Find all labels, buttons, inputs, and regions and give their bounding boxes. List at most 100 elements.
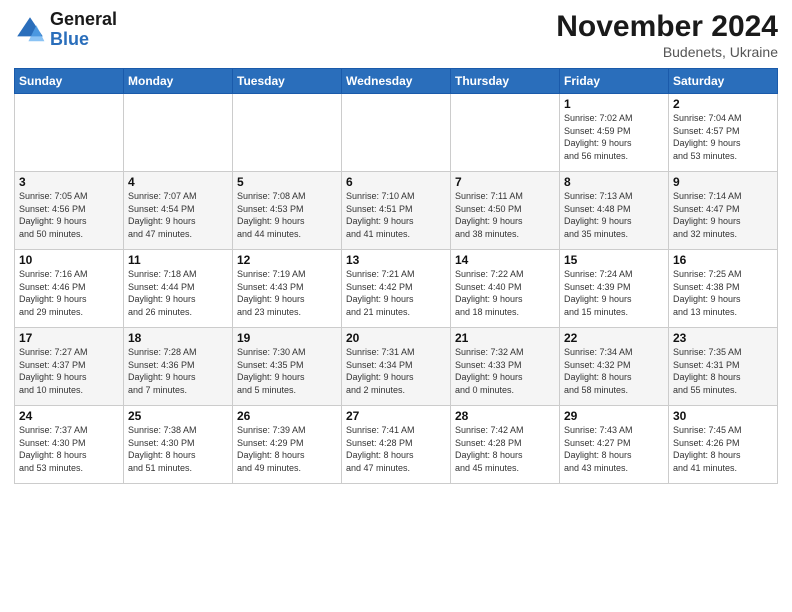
table-row: [124, 94, 233, 172]
table-row: [15, 94, 124, 172]
day-info: Sunrise: 7:07 AM Sunset: 4:54 PM Dayligh…: [128, 190, 228, 240]
logo-text: General Blue: [50, 10, 117, 50]
table-row: 9Sunrise: 7:14 AM Sunset: 4:47 PM Daylig…: [669, 172, 778, 250]
day-number: 8: [564, 175, 664, 189]
day-info: Sunrise: 7:34 AM Sunset: 4:32 PM Dayligh…: [564, 346, 664, 396]
day-number: 22: [564, 331, 664, 345]
table-row: 7Sunrise: 7:11 AM Sunset: 4:50 PM Daylig…: [451, 172, 560, 250]
table-row: 19Sunrise: 7:30 AM Sunset: 4:35 PM Dayli…: [233, 328, 342, 406]
logo: General Blue: [14, 10, 117, 50]
day-number: 14: [455, 253, 555, 267]
calendar-week-3: 10Sunrise: 7:16 AM Sunset: 4:46 PM Dayli…: [15, 250, 778, 328]
calendar-week-5: 24Sunrise: 7:37 AM Sunset: 4:30 PM Dayli…: [15, 406, 778, 484]
table-row: 17Sunrise: 7:27 AM Sunset: 4:37 PM Dayli…: [15, 328, 124, 406]
calendar-table: Sunday Monday Tuesday Wednesday Thursday…: [14, 68, 778, 484]
calendar-week-2: 3Sunrise: 7:05 AM Sunset: 4:56 PM Daylig…: [15, 172, 778, 250]
day-number: 16: [673, 253, 773, 267]
table-row: 30Sunrise: 7:45 AM Sunset: 4:26 PM Dayli…: [669, 406, 778, 484]
table-row: 16Sunrise: 7:25 AM Sunset: 4:38 PM Dayli…: [669, 250, 778, 328]
day-number: 27: [346, 409, 446, 423]
day-info: Sunrise: 7:18 AM Sunset: 4:44 PM Dayligh…: [128, 268, 228, 318]
day-info: Sunrise: 7:37 AM Sunset: 4:30 PM Dayligh…: [19, 424, 119, 474]
day-info: Sunrise: 7:05 AM Sunset: 4:56 PM Dayligh…: [19, 190, 119, 240]
day-number: 12: [237, 253, 337, 267]
col-sunday: Sunday: [15, 69, 124, 94]
day-number: 24: [19, 409, 119, 423]
col-friday: Friday: [560, 69, 669, 94]
day-info: Sunrise: 7:24 AM Sunset: 4:39 PM Dayligh…: [564, 268, 664, 318]
table-row: 28Sunrise: 7:42 AM Sunset: 4:28 PM Dayli…: [451, 406, 560, 484]
table-row: [342, 94, 451, 172]
table-row: 29Sunrise: 7:43 AM Sunset: 4:27 PM Dayli…: [560, 406, 669, 484]
day-info: Sunrise: 7:25 AM Sunset: 4:38 PM Dayligh…: [673, 268, 773, 318]
day-info: Sunrise: 7:43 AM Sunset: 4:27 PM Dayligh…: [564, 424, 664, 474]
col-saturday: Saturday: [669, 69, 778, 94]
day-info: Sunrise: 7:16 AM Sunset: 4:46 PM Dayligh…: [19, 268, 119, 318]
day-number: 1: [564, 97, 664, 111]
day-number: 23: [673, 331, 773, 345]
day-number: 3: [19, 175, 119, 189]
day-info: Sunrise: 7:32 AM Sunset: 4:33 PM Dayligh…: [455, 346, 555, 396]
table-row: 27Sunrise: 7:41 AM Sunset: 4:28 PM Dayli…: [342, 406, 451, 484]
day-info: Sunrise: 7:28 AM Sunset: 4:36 PM Dayligh…: [128, 346, 228, 396]
table-row: 15Sunrise: 7:24 AM Sunset: 4:39 PM Dayli…: [560, 250, 669, 328]
day-info: Sunrise: 7:30 AM Sunset: 4:35 PM Dayligh…: [237, 346, 337, 396]
day-number: 11: [128, 253, 228, 267]
day-number: 19: [237, 331, 337, 345]
table-row: [233, 94, 342, 172]
day-info: Sunrise: 7:11 AM Sunset: 4:50 PM Dayligh…: [455, 190, 555, 240]
day-number: 6: [346, 175, 446, 189]
table-row: 4Sunrise: 7:07 AM Sunset: 4:54 PM Daylig…: [124, 172, 233, 250]
col-wednesday: Wednesday: [342, 69, 451, 94]
table-row: 24Sunrise: 7:37 AM Sunset: 4:30 PM Dayli…: [15, 406, 124, 484]
day-info: Sunrise: 7:22 AM Sunset: 4:40 PM Dayligh…: [455, 268, 555, 318]
col-thursday: Thursday: [451, 69, 560, 94]
day-info: Sunrise: 7:27 AM Sunset: 4:37 PM Dayligh…: [19, 346, 119, 396]
col-monday: Monday: [124, 69, 233, 94]
col-tuesday: Tuesday: [233, 69, 342, 94]
day-info: Sunrise: 7:38 AM Sunset: 4:30 PM Dayligh…: [128, 424, 228, 474]
table-row: 20Sunrise: 7:31 AM Sunset: 4:34 PM Dayli…: [342, 328, 451, 406]
day-info: Sunrise: 7:19 AM Sunset: 4:43 PM Dayligh…: [237, 268, 337, 318]
page: General Blue November 2024 Budenets, Ukr…: [0, 0, 792, 612]
day-info: Sunrise: 7:31 AM Sunset: 4:34 PM Dayligh…: [346, 346, 446, 396]
day-number: 5: [237, 175, 337, 189]
day-number: 30: [673, 409, 773, 423]
month-title: November 2024: [556, 10, 778, 44]
day-number: 18: [128, 331, 228, 345]
day-info: Sunrise: 7:35 AM Sunset: 4:31 PM Dayligh…: [673, 346, 773, 396]
day-number: 10: [19, 253, 119, 267]
day-number: 20: [346, 331, 446, 345]
day-number: 25: [128, 409, 228, 423]
table-row: 11Sunrise: 7:18 AM Sunset: 4:44 PM Dayli…: [124, 250, 233, 328]
day-info: Sunrise: 7:10 AM Sunset: 4:51 PM Dayligh…: [346, 190, 446, 240]
day-number: 7: [455, 175, 555, 189]
table-row: 25Sunrise: 7:38 AM Sunset: 4:30 PM Dayli…: [124, 406, 233, 484]
day-info: Sunrise: 7:21 AM Sunset: 4:42 PM Dayligh…: [346, 268, 446, 318]
day-info: Sunrise: 7:14 AM Sunset: 4:47 PM Dayligh…: [673, 190, 773, 240]
day-number: 26: [237, 409, 337, 423]
day-info: Sunrise: 7:42 AM Sunset: 4:28 PM Dayligh…: [455, 424, 555, 474]
table-row: 14Sunrise: 7:22 AM Sunset: 4:40 PM Dayli…: [451, 250, 560, 328]
day-number: 17: [19, 331, 119, 345]
day-number: 15: [564, 253, 664, 267]
day-info: Sunrise: 7:45 AM Sunset: 4:26 PM Dayligh…: [673, 424, 773, 474]
day-number: 21: [455, 331, 555, 345]
table-row: 6Sunrise: 7:10 AM Sunset: 4:51 PM Daylig…: [342, 172, 451, 250]
table-row: 2Sunrise: 7:04 AM Sunset: 4:57 PM Daylig…: [669, 94, 778, 172]
table-row: 26Sunrise: 7:39 AM Sunset: 4:29 PM Dayli…: [233, 406, 342, 484]
table-row: 8Sunrise: 7:13 AM Sunset: 4:48 PM Daylig…: [560, 172, 669, 250]
table-row: 10Sunrise: 7:16 AM Sunset: 4:46 PM Dayli…: [15, 250, 124, 328]
table-row: [451, 94, 560, 172]
day-number: 29: [564, 409, 664, 423]
header: General Blue November 2024 Budenets, Ukr…: [14, 10, 778, 60]
title-block: November 2024 Budenets, Ukraine: [556, 10, 778, 60]
table-row: 13Sunrise: 7:21 AM Sunset: 4:42 PM Dayli…: [342, 250, 451, 328]
calendar-week-4: 17Sunrise: 7:27 AM Sunset: 4:37 PM Dayli…: [15, 328, 778, 406]
table-row: 1Sunrise: 7:02 AM Sunset: 4:59 PM Daylig…: [560, 94, 669, 172]
table-row: 5Sunrise: 7:08 AM Sunset: 4:53 PM Daylig…: [233, 172, 342, 250]
calendar-week-1: 1Sunrise: 7:02 AM Sunset: 4:59 PM Daylig…: [15, 94, 778, 172]
location: Budenets, Ukraine: [556, 44, 778, 60]
day-info: Sunrise: 7:04 AM Sunset: 4:57 PM Dayligh…: [673, 112, 773, 162]
day-info: Sunrise: 7:02 AM Sunset: 4:59 PM Dayligh…: [564, 112, 664, 162]
